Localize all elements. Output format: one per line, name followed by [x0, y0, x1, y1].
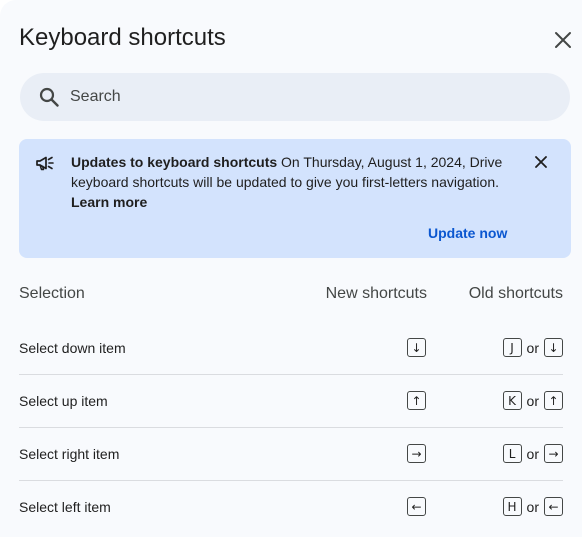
old-shortcut-key: H: [502, 497, 522, 516]
or-text: or: [526, 498, 539, 515]
new-shortcut-key: ↓: [407, 338, 426, 357]
search-icon: [37, 85, 61, 109]
shortcut-label: Select up item: [19, 393, 108, 409]
header-selection: Selection: [19, 285, 85, 302]
table-row: Select up item ↑ K or ↑: [19, 375, 563, 428]
old-shortcut-key: L: [502, 444, 522, 463]
table-row: Select left item ← H or ←: [19, 481, 563, 533]
dialog-title: Keyboard shortcuts: [19, 24, 226, 51]
shortcut-label: Select down item: [19, 340, 126, 356]
new-shortcut-key: ←: [407, 497, 426, 516]
old-shortcut-keys: H or ←: [502, 497, 563, 516]
or-text: or: [526, 392, 539, 409]
megaphone-icon: [35, 153, 55, 173]
old-shortcut-key: J: [502, 338, 522, 357]
old-shortcut-keys: J or ↓: [502, 338, 563, 357]
shortcut-list: Select down item ↓ J or ↓ Select up item…: [19, 322, 563, 533]
table-header: Selection New shortcuts Old shortcuts: [19, 285, 563, 305]
search-input[interactable]: [68, 87, 532, 107]
banner-heading: Updates to keyboard shortcuts: [71, 154, 278, 170]
close-icon: [555, 32, 571, 48]
header-new-shortcuts: New shortcuts: [325, 285, 427, 302]
banner-dismiss-button[interactable]: [530, 151, 552, 173]
or-text: or: [526, 445, 539, 462]
header-old-shortcuts: Old shortcuts: [468, 285, 563, 302]
new-shortcut-key: →: [407, 444, 426, 463]
or-text: or: [526, 339, 539, 356]
learn-more-link[interactable]: Learn more: [71, 194, 147, 210]
update-now-button[interactable]: Update now: [428, 225, 507, 241]
search-box[interactable]: [20, 73, 570, 121]
close-icon: [535, 156, 547, 168]
old-shortcut-key: K: [502, 391, 522, 410]
shortcut-label: Select right item: [19, 446, 120, 462]
table-row: Select right item → L or →: [19, 428, 563, 481]
new-shortcut-key: ↑: [407, 391, 426, 410]
keyboard-shortcuts-dialog: Keyboard shortcuts Updates to keyboard s…: [0, 0, 582, 537]
update-banner: Updates to keyboard shortcuts On Thursda…: [19, 139, 571, 258]
old-shortcut-keys: K or ↑: [502, 391, 563, 410]
old-shortcut-key: ←: [544, 497, 563, 516]
old-shortcut-keys: L or →: [502, 444, 563, 463]
shortcut-label: Select left item: [19, 499, 111, 515]
close-button[interactable]: [549, 26, 577, 54]
banner-text: Updates to keyboard shortcuts On Thursda…: [71, 152, 511, 212]
table-row: Select down item ↓ J or ↓: [19, 322, 563, 375]
old-shortcut-key: →: [544, 444, 563, 463]
old-shortcut-key: ↑: [544, 391, 563, 410]
old-shortcut-key: ↓: [544, 338, 563, 357]
